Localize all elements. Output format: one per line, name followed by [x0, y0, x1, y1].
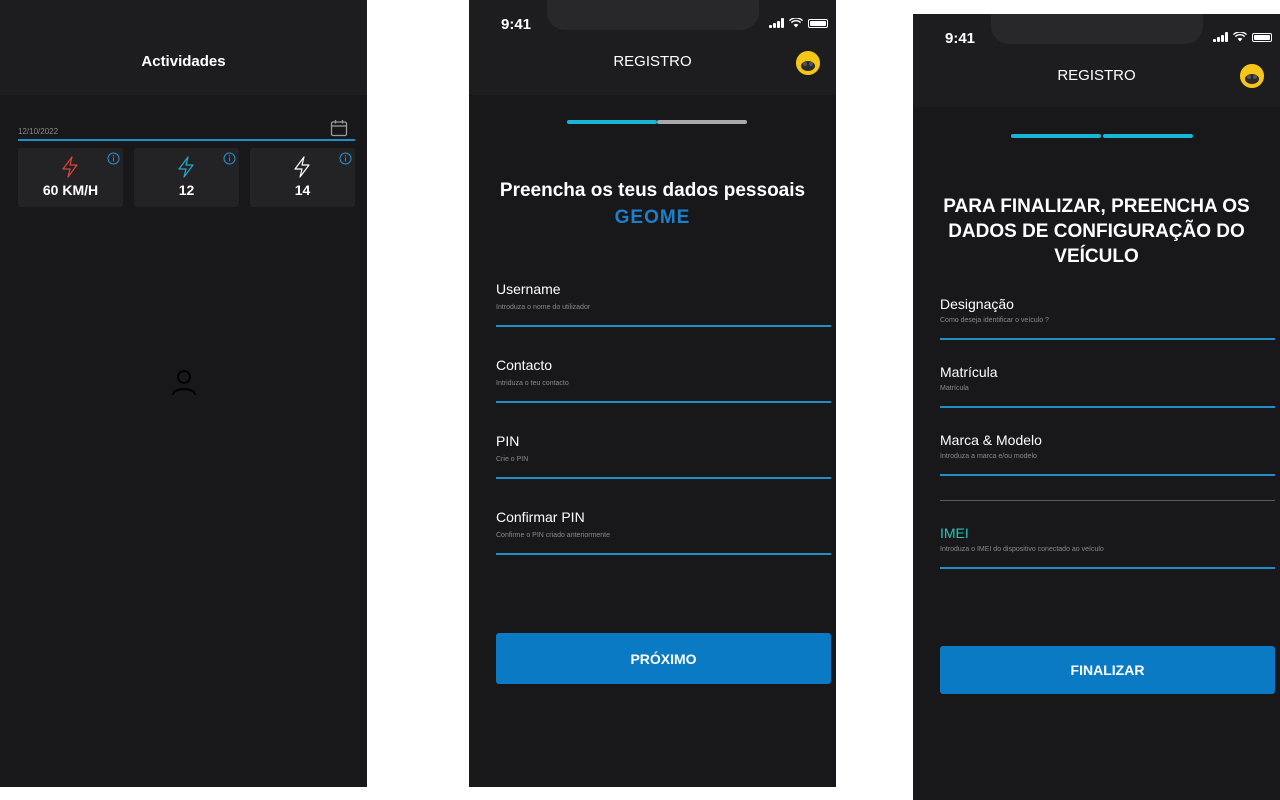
stat-value: 14 — [294, 182, 311, 198]
status-icons — [1213, 32, 1272, 42]
field-placeholder: Introduza o IMEI do dispositivo conectad… — [940, 546, 1104, 553]
profile-icon[interactable] — [170, 368, 198, 396]
field-label: Marca & Modelo — [940, 432, 1042, 448]
pin-field[interactable]: PIN Crie o PIN — [496, 433, 831, 479]
info-icon[interactable] — [107, 152, 120, 165]
activities-title: Actividades — [141, 53, 226, 70]
registro-step2-screen: 9:41 REGISTRO PARA FINALIZAR, PREENCHA O… — [913, 14, 1280, 800]
field-label: Designação — [940, 296, 1014, 312]
progress-step-2 — [657, 120, 747, 124]
field-placeholder: Introduza o nome do utilizador — [496, 304, 591, 311]
next-button[interactable]: PRÓXIMO — [496, 633, 831, 684]
registro-title: REGISTRO — [1057, 67, 1136, 84]
wifi-icon — [1233, 32, 1247, 42]
make-model-field[interactable]: Marca & Modelo Introduza a marca e/ou mo… — [940, 432, 1275, 476]
user-avatar-icon — [796, 51, 820, 75]
signal-icon — [769, 18, 784, 28]
info-icon[interactable] — [223, 152, 236, 165]
registro-step1-screen: 9:41 REGISTRO Preencha os teus dados pes… — [469, 0, 836, 787]
field-placeholder: Confirme o PIN criado anteriormente — [496, 532, 610, 539]
stat-card-speed[interactable]: 60 KM/H — [18, 148, 123, 207]
progress-step-2 — [1103, 134, 1193, 138]
stat-card-events[interactable]: 12 — [134, 148, 239, 207]
status-icons — [769, 18, 828, 28]
page-heading: Preencha os teus dados pessoais — [499, 180, 806, 201]
contact-field[interactable]: Contacto Intriduza o teu contacto — [496, 357, 831, 403]
field-placeholder: Introduza a marca e/ou modelo — [940, 453, 1037, 460]
field-label: IMEI — [940, 525, 969, 541]
designation-field[interactable]: Designação Como deseja identificar o veí… — [940, 296, 1275, 340]
calendar-icon[interactable] — [330, 119, 348, 137]
stat-value: 60 KM/H — [42, 182, 99, 198]
registro-title: REGISTRO — [613, 53, 692, 70]
field-placeholder: Crie o PIN — [496, 456, 529, 463]
registro-header: 9:41 REGISTRO — [913, 14, 1280, 107]
field-label: Matrícula — [940, 364, 998, 380]
progress-step-1 — [567, 120, 657, 124]
battery-icon — [1252, 32, 1272, 42]
divider — [940, 500, 1275, 501]
bolt-cyan-icon — [178, 156, 194, 178]
finish-button[interactable]: FINALIZAR — [940, 646, 1275, 694]
battery-icon — [808, 18, 828, 28]
stat-value: 12 — [178, 182, 195, 198]
user-avatar-icon — [1240, 64, 1264, 88]
step-progress — [1011, 134, 1193, 138]
page-heading: PARA FINALIZAR, PREENCHA OS DADOS DE CON… — [943, 196, 1250, 267]
info-icon[interactable] — [339, 152, 352, 165]
bolt-white-icon — [294, 156, 310, 178]
field-label: PIN — [496, 433, 520, 449]
date-value: 12/10/2022 — [18, 127, 59, 136]
status-time: 9:41 — [501, 16, 532, 33]
step-progress — [567, 120, 747, 124]
field-placeholder: Intriduza o teu contacto — [496, 380, 569, 387]
field-placeholder: Matrícula — [940, 385, 969, 392]
registro-header: 9:41 REGISTRO — [469, 0, 836, 95]
progress-step-1 — [1011, 134, 1101, 138]
activities-screen: Actividades 12/10/2022 60 KM/H 12 14 — [0, 0, 367, 787]
signal-icon — [1213, 32, 1228, 42]
activities-header: Actividades — [0, 0, 367, 95]
confirm-pin-field[interactable]: Confirmar PIN Confirme o PIN criado ante… — [496, 509, 831, 555]
avatar[interactable] — [1240, 64, 1264, 88]
field-label: Contacto — [496, 357, 553, 373]
device-notch — [546, 0, 759, 30]
brand-name: GEOME — [614, 207, 691, 228]
field-placeholder: Como deseja identificar o veículo ? — [940, 317, 1049, 324]
bolt-red-icon — [62, 156, 78, 178]
date-picker-field[interactable]: 12/10/2022 — [18, 118, 355, 141]
username-field[interactable]: Username Introduza o nome do utilizador — [496, 281, 831, 327]
avatar[interactable] — [796, 51, 820, 75]
device-notch — [990, 14, 1203, 44]
license-plate-field[interactable]: Matrícula Matrícula — [940, 364, 1275, 408]
imei-field[interactable]: IMEI Introduza o IMEI do dispositivo con… — [940, 525, 1275, 569]
stat-card-trips[interactable]: 14 — [250, 148, 355, 207]
status-time: 9:41 — [945, 30, 976, 47]
wifi-icon — [789, 18, 803, 28]
field-label: Username — [496, 281, 561, 297]
field-label: Confirmar PIN — [496, 509, 585, 525]
